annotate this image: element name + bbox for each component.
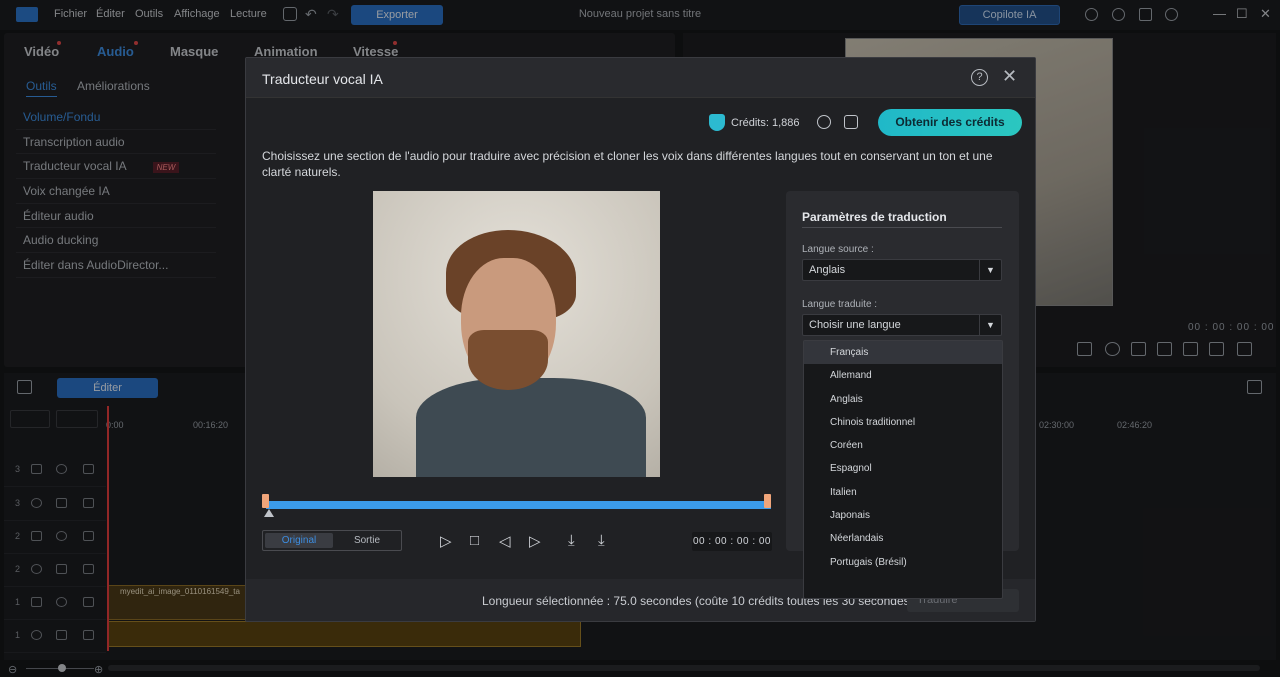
gift-icon[interactable] <box>844 115 858 129</box>
source-language-label: Langue source : <box>802 244 874 255</box>
portrait-shirt <box>416 378 646 477</box>
mark-in-icon[interactable]: ⤓ <box>568 532 575 549</box>
credits-count: Crédits: 1,886 <box>731 117 800 129</box>
language-option[interactable]: Coréen <box>804 434 1002 457</box>
help-icon[interactable]: ? <box>971 69 988 86</box>
close-icon[interactable]: ✕ <box>1002 66 1017 87</box>
dialog-description: Choisissez une section de l'audio pour t… <box>262 149 993 179</box>
language-dropdown-list: Français Allemand Anglais Chinois tradit… <box>803 340 1003 599</box>
language-option[interactable]: Portugais (Brésil) <box>804 551 1002 574</box>
language-option[interactable]: Anglais <box>804 388 1002 411</box>
mark-out-icon[interactable]: ⤓ <box>598 532 605 549</box>
language-option[interactable]: Espagnol <box>804 457 1002 480</box>
chevron-down-icon: ▼ <box>979 315 1001 335</box>
credits-shield-icon <box>709 114 725 131</box>
playback-position-marker[interactable] <box>264 509 274 517</box>
language-option[interactable]: Néerlandais <box>804 527 1002 550</box>
language-option[interactable]: Japonais <box>804 504 1002 527</box>
get-credits-button[interactable]: Obtenir des crédits <box>878 109 1022 136</box>
portrait-beard <box>468 330 548 390</box>
range-end-handle[interactable] <box>764 494 771 508</box>
source-language-select[interactable]: Anglais ▼ <box>802 259 1002 281</box>
next-frame-icon[interactable]: ▷ <box>529 532 541 550</box>
output-tab[interactable]: Sortie <box>335 533 399 548</box>
stop-icon[interactable]: □ <box>470 532 479 549</box>
source-language-value: Anglais <box>809 264 846 276</box>
settings-title: Paramètres de traduction <box>802 210 947 224</box>
language-option[interactable]: Chinois traditionnel <box>804 411 1002 434</box>
range-start-handle[interactable] <box>262 494 269 508</box>
language-option[interactable]: Italien <box>804 481 1002 504</box>
dialog-header: Traducteur vocal IA ? ✕ <box>246 58 1035 98</box>
refresh-icon[interactable] <box>817 115 831 129</box>
settings-divider <box>802 227 1002 228</box>
target-language-label: Langue traduite : <box>802 299 878 310</box>
original-tab[interactable]: Original <box>265 533 333 548</box>
target-language-value: Choisir une langue <box>809 319 901 331</box>
language-option[interactable]: Français <box>804 341 1002 365</box>
voice-translator-dialog: Traducteur vocal IA ? ✕ Crédits: 1,886 O… <box>245 57 1036 622</box>
output-toggle: Original Sortie <box>262 530 402 551</box>
player-timecode: 00 : 00 : 00 : 00 <box>692 532 772 551</box>
target-language-select[interactable]: Choisir une langue ▼ <box>802 314 1002 336</box>
play-icon[interactable]: ▷ <box>440 532 452 550</box>
dialog-title: Traducteur vocal IA <box>262 71 383 87</box>
audio-range-bar[interactable] <box>266 501 771 509</box>
language-option[interactable]: Allemand <box>804 364 1002 387</box>
chevron-down-icon: ▼ <box>979 260 1001 280</box>
prev-frame-icon[interactable]: ◁ <box>499 532 511 550</box>
